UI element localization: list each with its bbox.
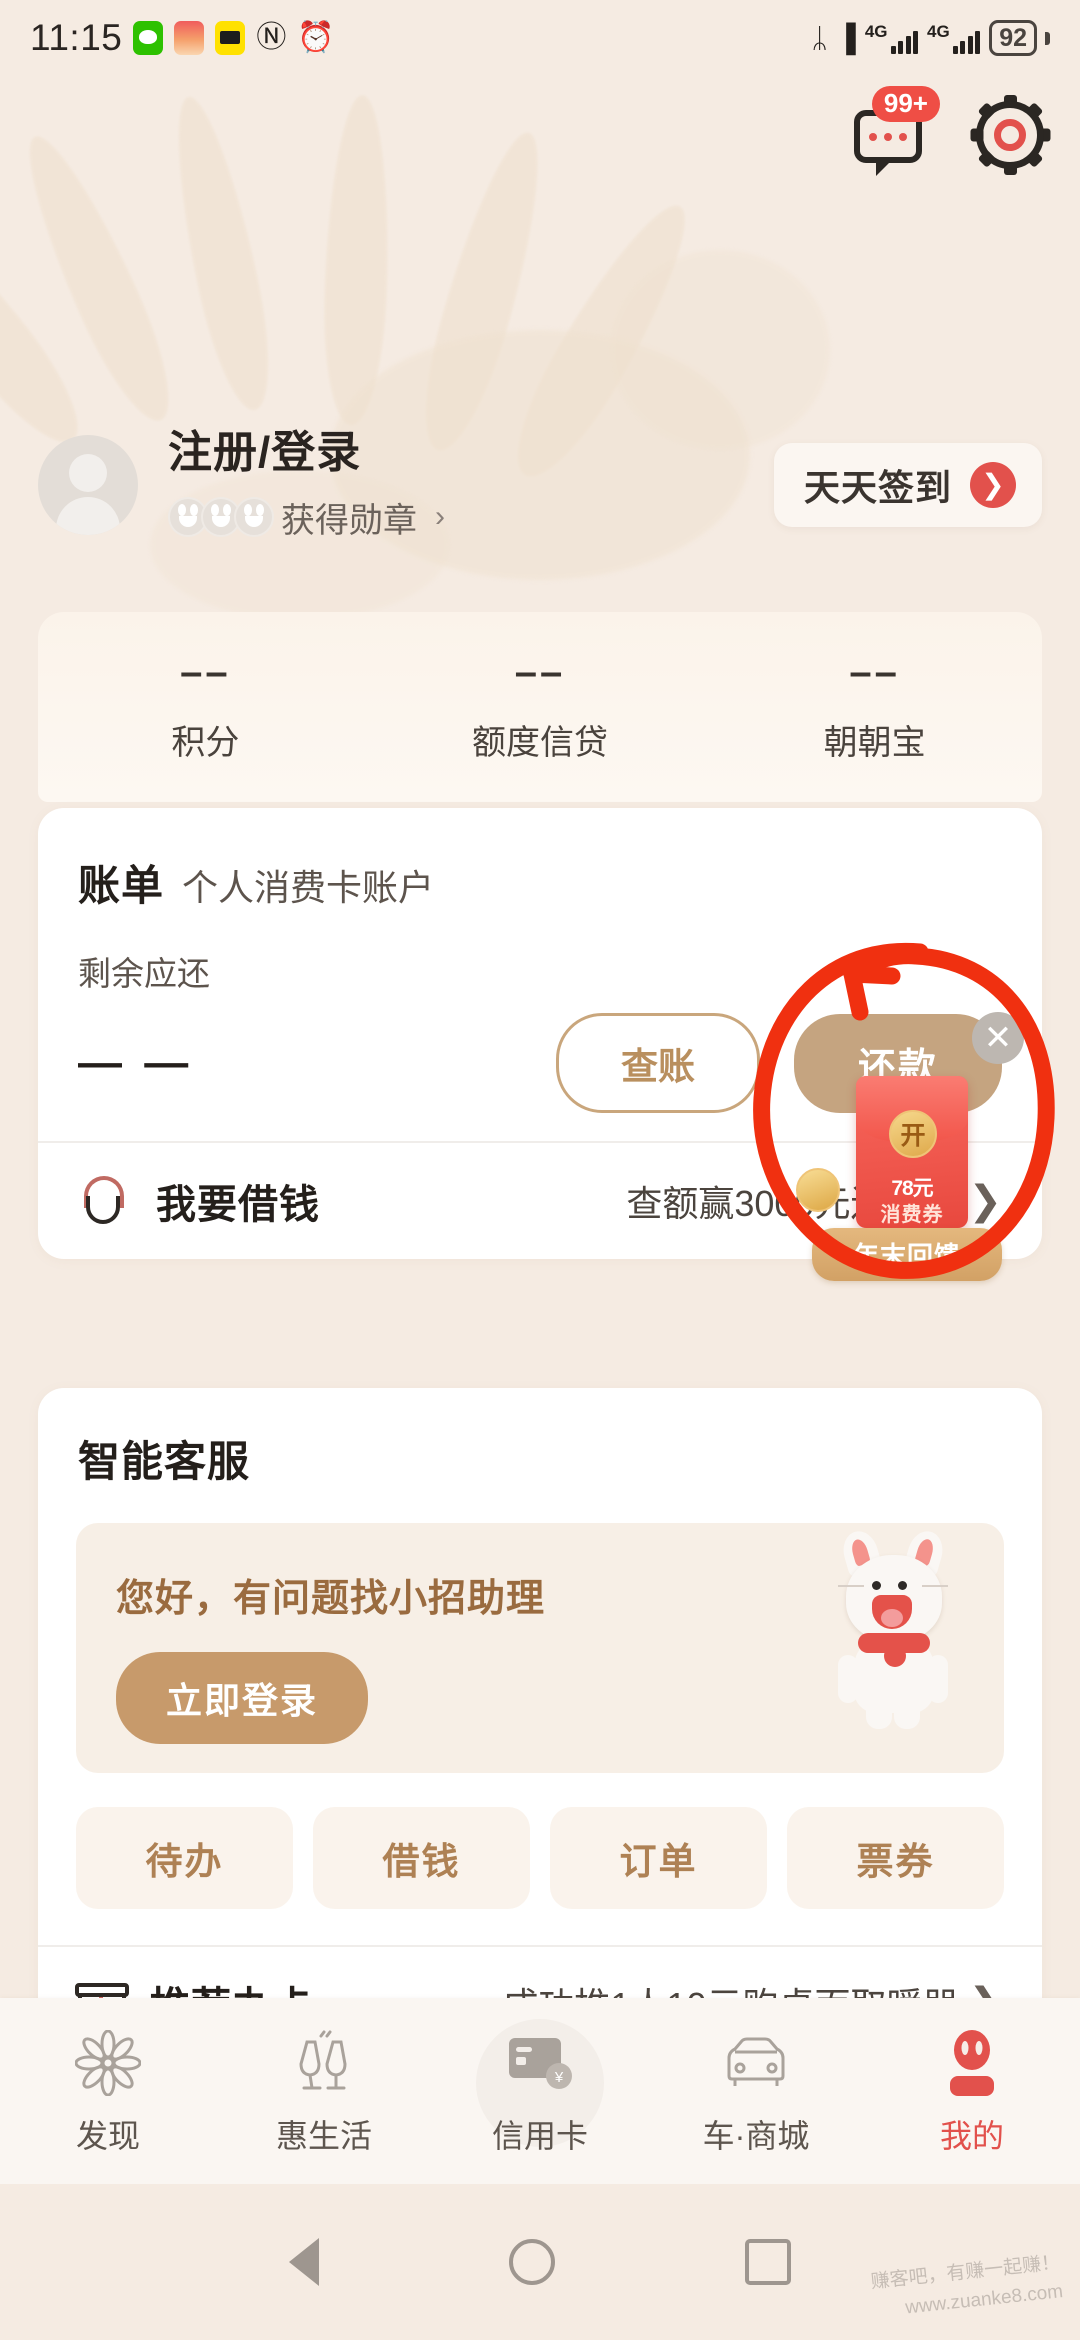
stat-credit-value: –– [514, 650, 566, 694]
network-type-2: 4G [927, 21, 950, 41]
cheers-glasses-icon [216, 2025, 432, 2101]
profile-text: 注册/登录 获得勋章 › [168, 428, 445, 542]
login-register-link[interactable]: 注册/登录 [168, 428, 445, 479]
chip-coupons[interactable]: 票券 [787, 1807, 1004, 1909]
promo-tag: 年末回馈 [812, 1228, 1002, 1281]
back-button[interactable] [289, 2238, 319, 2286]
daily-signin-label: 天天签到 [803, 466, 952, 508]
person-icon [864, 2025, 1080, 2101]
loan-hand-icon [78, 1174, 132, 1228]
daily-signin-button[interactable]: 天天签到 ❯ [773, 442, 1042, 527]
message-badge: 99+ [871, 86, 940, 122]
quick-chips: 待办 借钱 订单 票券 [38, 1773, 1042, 1945]
settings-button[interactable] [970, 95, 1050, 175]
bill-account-type[interactable]: 个人消费卡账户 [182, 859, 434, 911]
bottom-navigation: 发现 惠生活 ¥ 信用卡 车·商城 我的 [0, 1998, 1080, 2184]
close-promo-button[interactable]: ✕ [972, 1012, 1024, 1064]
gear-core-icon [994, 119, 1026, 151]
chip-todo[interactable]: 待办 [76, 1807, 293, 1909]
promo-coupon-label: 消费券 [880, 1204, 944, 1226]
service-banner: 您好，有问题找小招助理 立即登录 [76, 1523, 1004, 1773]
promo-amount-number: 78 [891, 1177, 913, 1200]
stat-chaochaobao[interactable]: –– 朝朝宝 [707, 650, 1042, 764]
stat-points-label: 积分 [171, 724, 240, 762]
home-button[interactable] [509, 2239, 555, 2285]
stat-chaochaobao-label: 朝朝宝 [823, 724, 926, 762]
nav-item-mine[interactable]: 我的 [864, 2025, 1080, 2157]
stats-card: –– 积分 –– 额度信贷 –– 朝朝宝 [38, 612, 1042, 802]
signal-bars-1 [890, 28, 918, 54]
check-bill-button[interactable]: 查账 [555, 1013, 760, 1113]
promo-amount-unit: 元 [912, 1177, 934, 1200]
status-bar-left: 11:15 Ⓝ ⏰ [30, 17, 335, 59]
status-bar: 11:15 Ⓝ ⏰ ᛦ ▐ 4G 4G 92 [0, 0, 1080, 76]
battery-indicator: 92 [989, 20, 1037, 56]
signal-bars-2 [952, 28, 981, 54]
chevron-right-icon: › [435, 500, 445, 534]
badge-row[interactable]: 获得勋章 › [168, 493, 445, 542]
chevron-right-circle-icon: ❯ [970, 461, 1016, 508]
stat-points[interactable]: –– 积分 [38, 650, 373, 764]
login-now-button[interactable]: 立即登录 [116, 1652, 369, 1744]
borrow-money-left: 我要借钱 [78, 1172, 320, 1230]
alarm-icon: ⏰ [297, 21, 335, 54]
bluetooth-icon: ᛦ [811, 22, 828, 53]
stat-chaochaobao-value: –– [849, 650, 900, 694]
status-bar-right: ᛦ ▐ 4G 4G 92 [811, 20, 1050, 56]
avatar[interactable] [38, 434, 138, 535]
promo-red-packet[interactable]: 开 78元 消费券 年末回馈 [796, 1076, 1006, 1281]
badge-link-label: 获得勋章 [281, 501, 417, 540]
yellow-app-icon [215, 21, 246, 55]
nav-label-creditcard: 信用卡 [491, 2118, 588, 2154]
message-button[interactable]: 99+ [854, 86, 940, 176]
nav-label-carmall: 车·商城 [702, 2118, 810, 2154]
profile-row: 注册/登录 获得勋章 › 天天签到 ❯ [0, 428, 1080, 542]
bill-header: 账单 个人消费卡账户 [38, 852, 1042, 913]
coin-icon [796, 1168, 840, 1212]
vibrate-icon: ▐ [836, 22, 856, 53]
status-time: 11:15 [30, 17, 123, 58]
nav-item-discover[interactable]: 发现 [0, 2025, 216, 2157]
signal-2-icon: 4G [927, 21, 981, 54]
svg-text:¥: ¥ [554, 2069, 564, 2086]
nav-label-discover: 发现 [75, 2118, 140, 2154]
open-coin-icon: 开 [889, 1110, 937, 1158]
nav-item-creditcard[interactable]: ¥ 信用卡 [432, 2019, 648, 2157]
red-envelope-icon: 开 78元 消费券 [856, 1076, 968, 1228]
chip-orders[interactable]: 订单 [550, 1807, 767, 1909]
credit-card-icon: ¥ [432, 2025, 648, 2101]
wechat-icon [133, 21, 164, 55]
nav-item-life[interactable]: 惠生活 [216, 2025, 432, 2157]
medal-group-icon [168, 497, 274, 538]
flower-icon [0, 2025, 216, 2101]
service-title: 智能客服 [78, 1438, 251, 1485]
signal-1-icon: 4G [865, 23, 918, 54]
bill-remaining-value: — — [78, 1038, 194, 1087]
bill-title: 账单 [78, 862, 165, 909]
nfc-icon: Ⓝ [256, 21, 287, 54]
nav-label-mine: 我的 [939, 2118, 1004, 2154]
recents-button[interactable] [745, 2239, 791, 2285]
chip-borrow[interactable]: 借钱 [313, 1807, 530, 1909]
header-icons: 99+ [854, 86, 1050, 176]
network-type-1: 4G [864, 21, 888, 41]
car-icon [648, 2025, 864, 2101]
stat-credit-label: 额度信贷 [472, 724, 608, 762]
bill-remaining-label: 剩余应还 [78, 955, 210, 992]
cat-mascot-icon [828, 1527, 958, 1729]
borrow-money-label: 我要借钱 [156, 1183, 320, 1227]
battery-cap-icon [1045, 31, 1050, 45]
stat-points-value: –– [180, 650, 231, 694]
red-app-icon [174, 21, 205, 55]
nav-item-carmall[interactable]: 车·商城 [648, 2025, 864, 2157]
medal-icon [234, 497, 274, 538]
chat-bubble-tail-icon [876, 160, 892, 176]
nav-label-life: 惠生活 [275, 2118, 372, 2154]
stat-credit[interactable]: –– 额度信贷 [373, 650, 708, 764]
smart-service-card: 智能客服 您好，有问题找小招助理 立即登录 待办 借钱 订单 票券 推荐办卡 成… [38, 1388, 1042, 2059]
promo-amount: 78元 [856, 1164, 968, 1201]
